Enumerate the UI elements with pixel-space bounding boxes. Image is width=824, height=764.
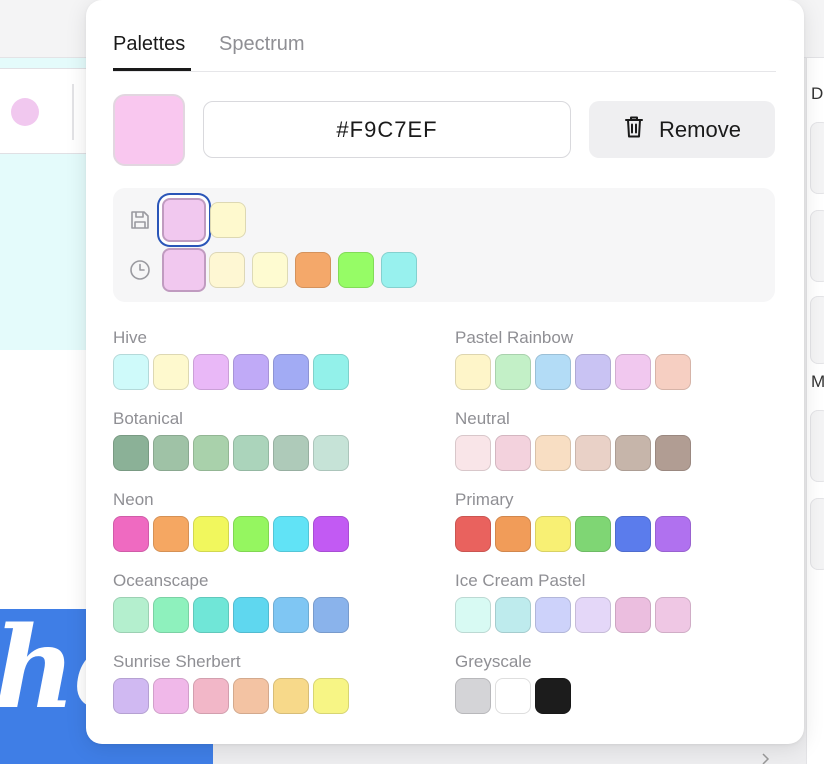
color-swatch[interactable]	[193, 354, 229, 390]
clock-icon	[129, 259, 151, 281]
color-swatch[interactable]	[455, 678, 491, 714]
color-swatch[interactable]	[153, 354, 189, 390]
palette-label: Greyscale	[455, 652, 532, 671]
color-swatch[interactable]	[273, 354, 309, 390]
color-swatch[interactable]	[313, 597, 349, 633]
color-swatch[interactable]	[495, 597, 531, 633]
color-swatch[interactable]	[535, 354, 571, 390]
palette-label: Oceanscape	[113, 571, 209, 590]
color-swatch[interactable]	[313, 678, 349, 714]
color-swatch[interactable]	[113, 435, 149, 471]
remove-color-button[interactable]: Remove	[589, 101, 775, 158]
color-swatch[interactable]	[273, 516, 309, 552]
color-swatch[interactable]	[455, 516, 491, 552]
color-swatch[interactable]	[495, 516, 531, 552]
color-swatch[interactable]	[535, 435, 571, 471]
hex-color-input[interactable]	[203, 101, 571, 158]
color-swatch[interactable]	[313, 516, 349, 552]
palette-label: Primary	[455, 490, 514, 509]
color-swatch[interactable]	[455, 435, 491, 471]
active-tab-indicator	[113, 68, 191, 71]
color-swatch[interactable]	[162, 248, 206, 292]
color-swatch[interactable]	[455, 597, 491, 633]
color-swatch[interactable]	[313, 435, 349, 471]
color-swatch[interactable]	[535, 678, 571, 714]
trash-icon	[623, 115, 645, 145]
color-swatch[interactable]	[233, 678, 269, 714]
color-swatch[interactable]	[615, 354, 651, 390]
color-swatch[interactable]	[193, 597, 229, 633]
color-swatch[interactable]	[655, 516, 691, 552]
color-swatch[interactable]	[575, 354, 611, 390]
color-swatch[interactable]	[455, 354, 491, 390]
color-swatch[interactable]	[615, 435, 651, 471]
right-panel-card[interactable]	[810, 498, 824, 570]
color-swatch[interactable]	[233, 597, 269, 633]
color-swatch[interactable]	[153, 516, 189, 552]
color-swatch[interactable]	[113, 516, 149, 552]
color-swatch[interactable]	[162, 198, 206, 242]
color-swatch[interactable]	[252, 252, 288, 288]
color-swatch[interactable]	[655, 435, 691, 471]
color-swatch[interactable]	[295, 252, 331, 288]
color-swatch[interactable]	[575, 597, 611, 633]
remove-button-label: Remove	[659, 116, 741, 142]
color-swatch[interactable]	[655, 597, 691, 633]
color-swatch[interactable]	[153, 597, 189, 633]
toolbar-color-dot[interactable]	[11, 98, 39, 126]
right-panel-card[interactable]	[810, 410, 824, 482]
color-swatch[interactable]	[210, 202, 246, 238]
right-panel-heading-1: D	[811, 84, 824, 103]
color-swatch[interactable]	[113, 354, 149, 390]
color-swatch[interactable]	[273, 678, 309, 714]
right-panel-card[interactable]	[810, 296, 824, 364]
color-swatch[interactable]	[113, 678, 149, 714]
color-swatch[interactable]	[233, 516, 269, 552]
color-swatch[interactable]	[495, 354, 531, 390]
right-panel-heading-2: M	[811, 372, 824, 391]
color-swatch[interactable]	[233, 435, 269, 471]
color-swatch[interactable]	[113, 597, 149, 633]
color-swatch[interactable]	[575, 516, 611, 552]
tab-spectrum[interactable]: Spectrum	[219, 33, 305, 56]
toolbar-divider	[72, 84, 74, 140]
color-swatch[interactable]	[535, 597, 571, 633]
palette-label: Botanical	[113, 409, 183, 428]
color-swatch[interactable]	[273, 597, 309, 633]
right-panel-card[interactable]	[810, 210, 824, 282]
color-swatch[interactable]	[615, 516, 651, 552]
color-swatch[interactable]	[193, 435, 229, 471]
save-icon	[129, 209, 151, 231]
saved-and-recent-colors	[113, 188, 775, 302]
color-swatch[interactable]	[153, 435, 189, 471]
color-swatch[interactable]	[193, 516, 229, 552]
color-picker-tabs: Palettes Spectrum	[113, 30, 776, 72]
color-swatch[interactable]	[381, 252, 417, 288]
color-swatch[interactable]	[313, 354, 349, 390]
color-swatch[interactable]	[615, 597, 651, 633]
color-swatch[interactable]	[273, 435, 309, 471]
palette-label: Sunrise Sherbert	[113, 652, 241, 671]
palette-label: Pastel Rainbow	[455, 328, 574, 347]
palette-label: Ice Cream Pastel	[455, 571, 586, 590]
palette-label: Neutral	[455, 409, 510, 428]
color-swatch[interactable]	[575, 435, 611, 471]
color-swatch[interactable]	[193, 678, 229, 714]
color-swatch[interactable]	[495, 678, 531, 714]
color-swatch[interactable]	[233, 354, 269, 390]
current-color-preview	[113, 94, 185, 166]
color-picker-popover: Palettes Spectrum Remove	[86, 0, 804, 744]
color-swatch[interactable]	[495, 435, 531, 471]
right-panel-card[interactable]	[810, 122, 824, 194]
color-swatch[interactable]	[338, 252, 374, 288]
color-swatch[interactable]	[153, 678, 189, 714]
tab-palettes[interactable]: Palettes	[113, 33, 185, 56]
chevron-right-icon[interactable]	[760, 752, 774, 764]
color-swatch[interactable]	[209, 252, 245, 288]
palette-label: Neon	[113, 490, 154, 509]
palette-label: Hive	[113, 328, 148, 347]
color-swatch[interactable]	[535, 516, 571, 552]
color-swatch[interactable]	[655, 354, 691, 390]
